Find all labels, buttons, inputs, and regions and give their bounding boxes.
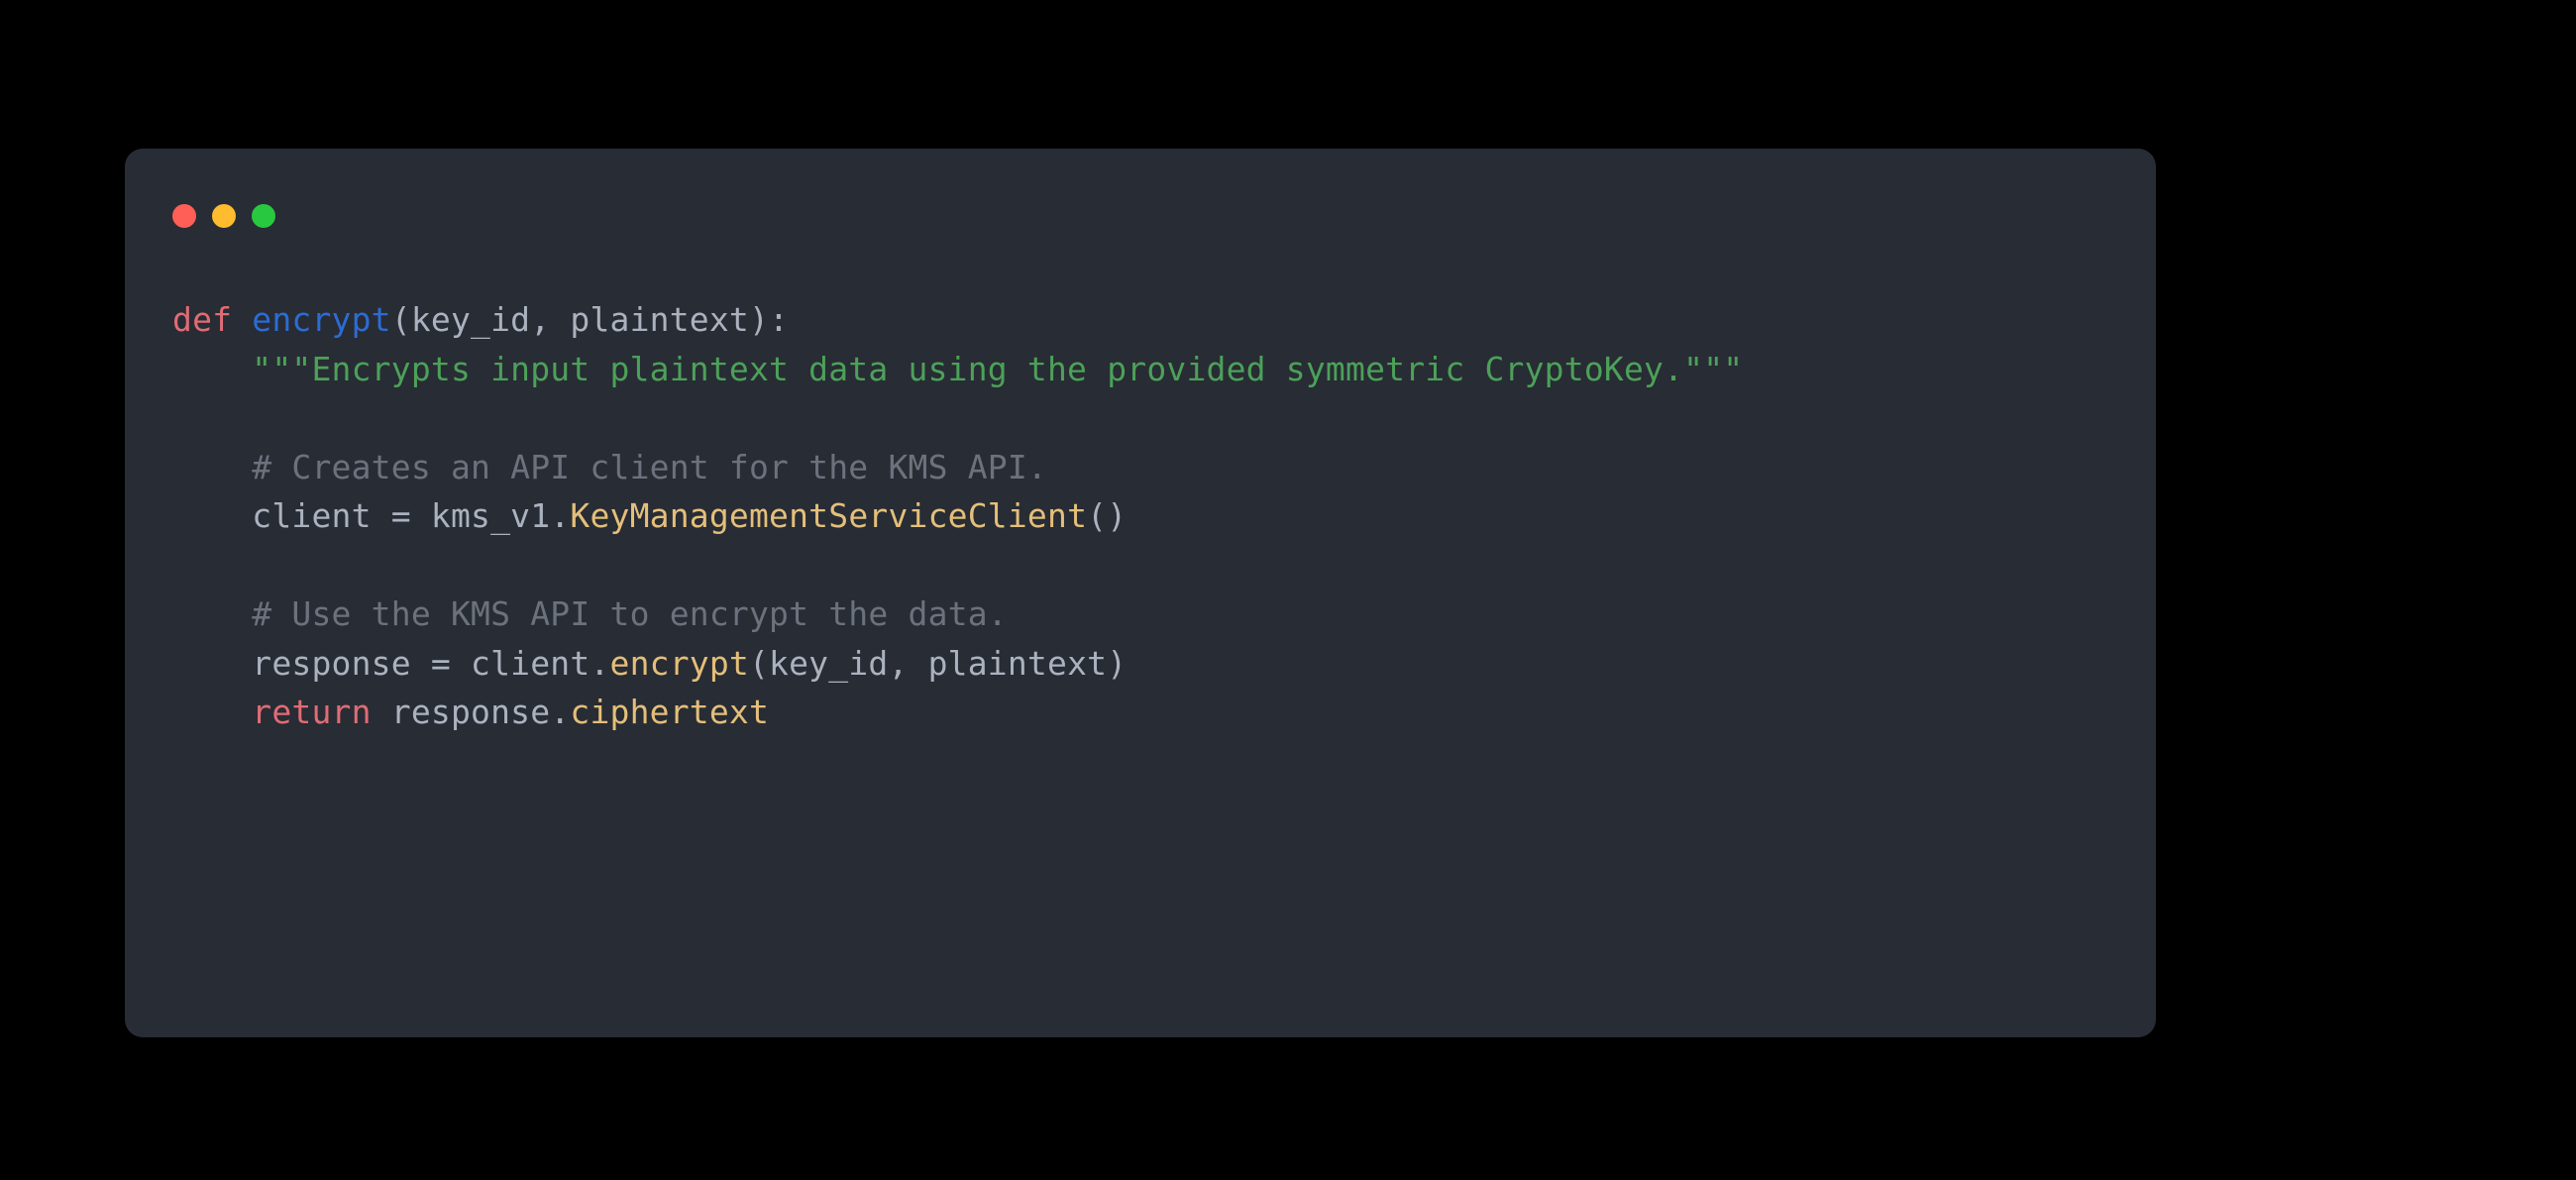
- method-call: encrypt: [610, 644, 749, 683]
- signature: (key_id, plaintext):: [391, 300, 789, 339]
- call-tail: (key_id, plaintext): [749, 644, 1127, 683]
- close-icon[interactable]: [172, 204, 196, 228]
- keyword-return: return: [252, 693, 371, 731]
- assignment: response = client.: [252, 644, 609, 683]
- stage: def encrypt(key_id, plaintext): """Encry…: [0, 0, 2576, 1180]
- comment: # Creates an API client for the KMS API.: [252, 448, 1047, 486]
- space: [232, 300, 252, 339]
- indent: [172, 594, 252, 633]
- space: [372, 693, 391, 731]
- indent: [172, 350, 252, 388]
- zoom-icon[interactable]: [252, 204, 275, 228]
- indent: [172, 693, 252, 731]
- indent: [172, 644, 252, 683]
- code-window: def encrypt(key_id, plaintext): """Encry…: [125, 149, 2156, 1037]
- attribute: ciphertext: [570, 693, 769, 731]
- keyword-def: def: [172, 300, 232, 339]
- window-titlebar: [172, 196, 2108, 236]
- assignment: client = kms_v1.: [252, 496, 570, 535]
- indent: [172, 496, 252, 535]
- object: response.: [391, 693, 571, 731]
- class-call: KeyManagementServiceClient: [570, 496, 1087, 535]
- code-block: def encrypt(key_id, plaintext): """Encry…: [172, 295, 2108, 737]
- comment: # Use the KMS API to encrypt the data.: [252, 594, 1008, 633]
- indent: [172, 448, 252, 486]
- call-tail: (): [1087, 496, 1127, 535]
- docstring: """Encrypts input plaintext data using t…: [252, 350, 1743, 388]
- minimize-icon[interactable]: [212, 204, 236, 228]
- function-name: encrypt: [252, 300, 390, 339]
